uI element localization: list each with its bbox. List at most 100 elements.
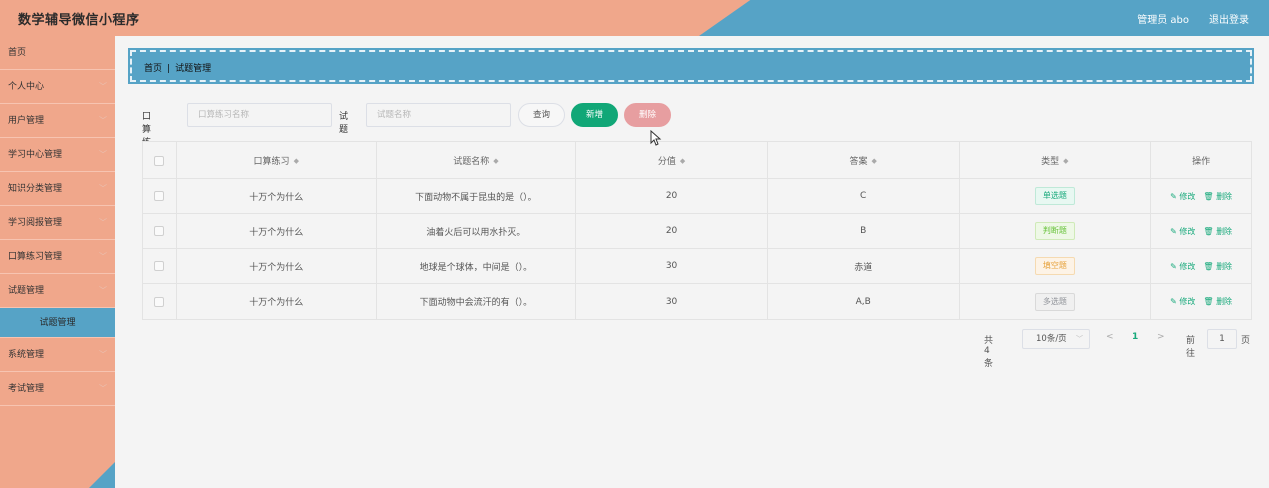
- row-checkbox[interactable]: [154, 226, 165, 236]
- top-header: 数学辅导微信小程序 管理员 abo 退出登录: [0, 0, 1269, 36]
- practice-name-input[interactable]: 口算练习名称: [187, 103, 332, 127]
- app-title: 数学辅导微信小程序: [18, 13, 140, 28]
- header-type[interactable]: 类型 ◆: [960, 142, 1152, 179]
- sidebar-item-label: 试题管理: [8, 286, 45, 296]
- cell-question: 地球是个球体，中间是（）。: [377, 249, 577, 283]
- row-select-cell: [143, 179, 177, 213]
- next-page-button[interactable]: >: [1157, 332, 1165, 342]
- sidebar-item[interactable]: 用户管理 ﹀: [0, 104, 115, 138]
- trash-icon: 🗑: [1203, 226, 1214, 236]
- edit-icon: ✎: [1170, 261, 1177, 271]
- breadcrumb: 首页 | 试题管理: [128, 48, 1254, 84]
- sidebar-corner-shape: [89, 462, 115, 488]
- sidebar-subitem[interactable]: 试题管理: [0, 308, 115, 338]
- cell-actions: ✎ 修改 🗑 删除: [1151, 284, 1251, 319]
- cell-actions: ✎ 修改 🗑 删除: [1151, 249, 1251, 283]
- cell-type: 填空题: [960, 249, 1152, 283]
- sidebar-item[interactable]: 首页: [0, 36, 115, 70]
- question-name-input[interactable]: 试题名称: [366, 103, 511, 127]
- type-badge: 单选题: [1034, 187, 1075, 205]
- pagination-total: 共 4 条: [984, 336, 994, 369]
- delete-action[interactable]: 🗑 删除: [1203, 296, 1232, 307]
- sidebar-item[interactable]: 个人中心 ﹀: [0, 70, 115, 104]
- sidebar-item[interactable]: 学习中心管理 ﹀: [0, 138, 115, 172]
- table-row: 十万个为什么 下面动物不属于昆虫的是（）。 20 C 单选题 ✎ 修改 🗑 删除: [143, 179, 1251, 214]
- trash-icon: 🗑: [1203, 191, 1214, 201]
- sidebar-item[interactable]: 系统管理 ﹀: [0, 338, 115, 372]
- type-badge: 多选题: [1034, 292, 1075, 311]
- edit-icon: ✎: [1170, 226, 1177, 236]
- sidebar-item[interactable]: 考试管理 ﹀: [0, 372, 115, 406]
- cell-question: 油着火后可以用水扑灭。: [377, 214, 577, 248]
- sidebar-item-label: 首页: [8, 48, 27, 58]
- sidebar-item-label: 试题管理: [39, 318, 76, 328]
- cell-answer: 赤道: [768, 249, 960, 283]
- row-checkbox[interactable]: [154, 296, 165, 307]
- row-checkbox[interactable]: [154, 261, 165, 271]
- question-label: 试题: [339, 112, 349, 135]
- edit-action[interactable]: ✎ 修改: [1170, 296, 1195, 307]
- cell-practice: 十万个为什么: [177, 249, 377, 283]
- trash-icon: 🗑: [1203, 297, 1214, 306]
- edit-action[interactable]: ✎ 修改: [1170, 261, 1195, 272]
- sort-icon: ◆: [493, 156, 499, 165]
- sort-icon: ◆: [293, 156, 299, 165]
- edit-icon: ✎: [1170, 191, 1177, 201]
- sidebar-menu: 首页 个人中心 ﹀ 用户管理 ﹀ 学习中心管理 ﹀ 知识分类管理 ﹀ 学习阅报管理 ﹀ 口算练习管理 ﹀…: [0, 36, 115, 406]
- sidebar-item-label: 用户管理: [8, 116, 45, 126]
- edit-action[interactable]: ✎ 修改: [1170, 226, 1195, 237]
- goto-label: 前往: [1186, 336, 1196, 359]
- page-suffix: 页: [1241, 336, 1251, 346]
- header-score[interactable]: 分值 ◆: [576, 142, 768, 179]
- header-practice[interactable]: 口算练习 ◆: [177, 142, 377, 179]
- chevron-down-icon: ﹀: [99, 150, 107, 159]
- header-question[interactable]: 试题名称 ◆: [377, 142, 577, 179]
- select-all-checkbox[interactable]: [154, 155, 165, 166]
- cell-actions: ✎ 修改 🗑 删除: [1151, 214, 1251, 248]
- breadcrumb-home[interactable]: 首页: [144, 64, 162, 74]
- header-actions: 操作: [1192, 157, 1211, 167]
- page-number-current[interactable]: 1: [1132, 332, 1138, 342]
- row-select-cell: [143, 284, 177, 319]
- sidebar-item[interactable]: 口算练习管理 ﹀: [0, 240, 115, 274]
- cell-answer: B: [768, 214, 960, 248]
- table-body: 十万个为什么 下面动物不属于昆虫的是（）。 20 C 单选题 ✎ 修改 🗑 删除 十万个为什么…: [143, 179, 1251, 319]
- sidebar-item[interactable]: 学习阅报管理 ﹀: [0, 206, 115, 240]
- sidebar-item[interactable]: 知识分类管理 ﹀: [0, 172, 115, 206]
- add-button[interactable]: 新增: [571, 103, 618, 127]
- delete-action[interactable]: 🗑 删除: [1203, 191, 1232, 202]
- page-size-select[interactable]: 10条/页 ﹀: [1022, 329, 1090, 349]
- delete-button[interactable]: 删除: [624, 103, 671, 127]
- chevron-down-icon: ﹀: [99, 184, 107, 193]
- select-all-cell: [143, 142, 177, 179]
- question-table: 口算练习 ◆ 试题名称 ◆ 分值 ◆ 答案 ◆ 类型 ◆ 操作 十万个为什么 下面动物不属于…: [142, 141, 1252, 320]
- prev-page-button[interactable]: <: [1106, 332, 1114, 342]
- sidebar: 首页 个人中心 ﹀ 用户管理 ﹀ 学习中心管理 ﹀ 知识分类管理 ﹀ 学习阅报管理 ﹀ 口算练习管理 ﹀…: [0, 36, 115, 488]
- row-checkbox[interactable]: [154, 191, 165, 201]
- cell-answer: A,B: [768, 284, 960, 319]
- cell-type: 单选题: [960, 179, 1152, 213]
- row-select-cell: [143, 249, 177, 283]
- delete-action[interactable]: 🗑 删除: [1203, 261, 1232, 272]
- cell-score: 20: [576, 214, 768, 248]
- cell-actions: ✎ 修改 🗑 删除: [1151, 179, 1251, 213]
- chevron-down-icon: ﹀: [99, 286, 107, 295]
- sidebar-item-label: 学习阅报管理: [8, 218, 63, 228]
- type-badge: 判断题: [1034, 222, 1075, 240]
- chevron-down-icon: ﹀: [99, 350, 107, 359]
- edit-action[interactable]: ✎ 修改: [1170, 191, 1195, 202]
- cell-practice: 十万个为什么: [177, 214, 377, 248]
- query-button[interactable]: 查询: [518, 103, 565, 127]
- sidebar-item[interactable]: 试题管理 ﹀: [0, 274, 115, 308]
- admin-username: 管理员 abo: [1137, 15, 1189, 26]
- cell-question: 下面动物不属于昆虫的是（）。: [377, 179, 577, 213]
- logout-link[interactable]: 退出登录: [1209, 11, 1249, 26]
- sidebar-item-label: 个人中心: [8, 82, 45, 92]
- cell-score: 20: [576, 179, 768, 213]
- header-answer[interactable]: 答案 ◆: [768, 142, 960, 179]
- goto-page-input[interactable]: 1: [1207, 329, 1237, 349]
- delete-action[interactable]: 🗑 删除: [1203, 226, 1232, 237]
- sort-icon: ◆: [1063, 156, 1069, 165]
- breadcrumb-current: 试题管理: [175, 64, 212, 74]
- cell-practice: 十万个为什么: [177, 179, 377, 213]
